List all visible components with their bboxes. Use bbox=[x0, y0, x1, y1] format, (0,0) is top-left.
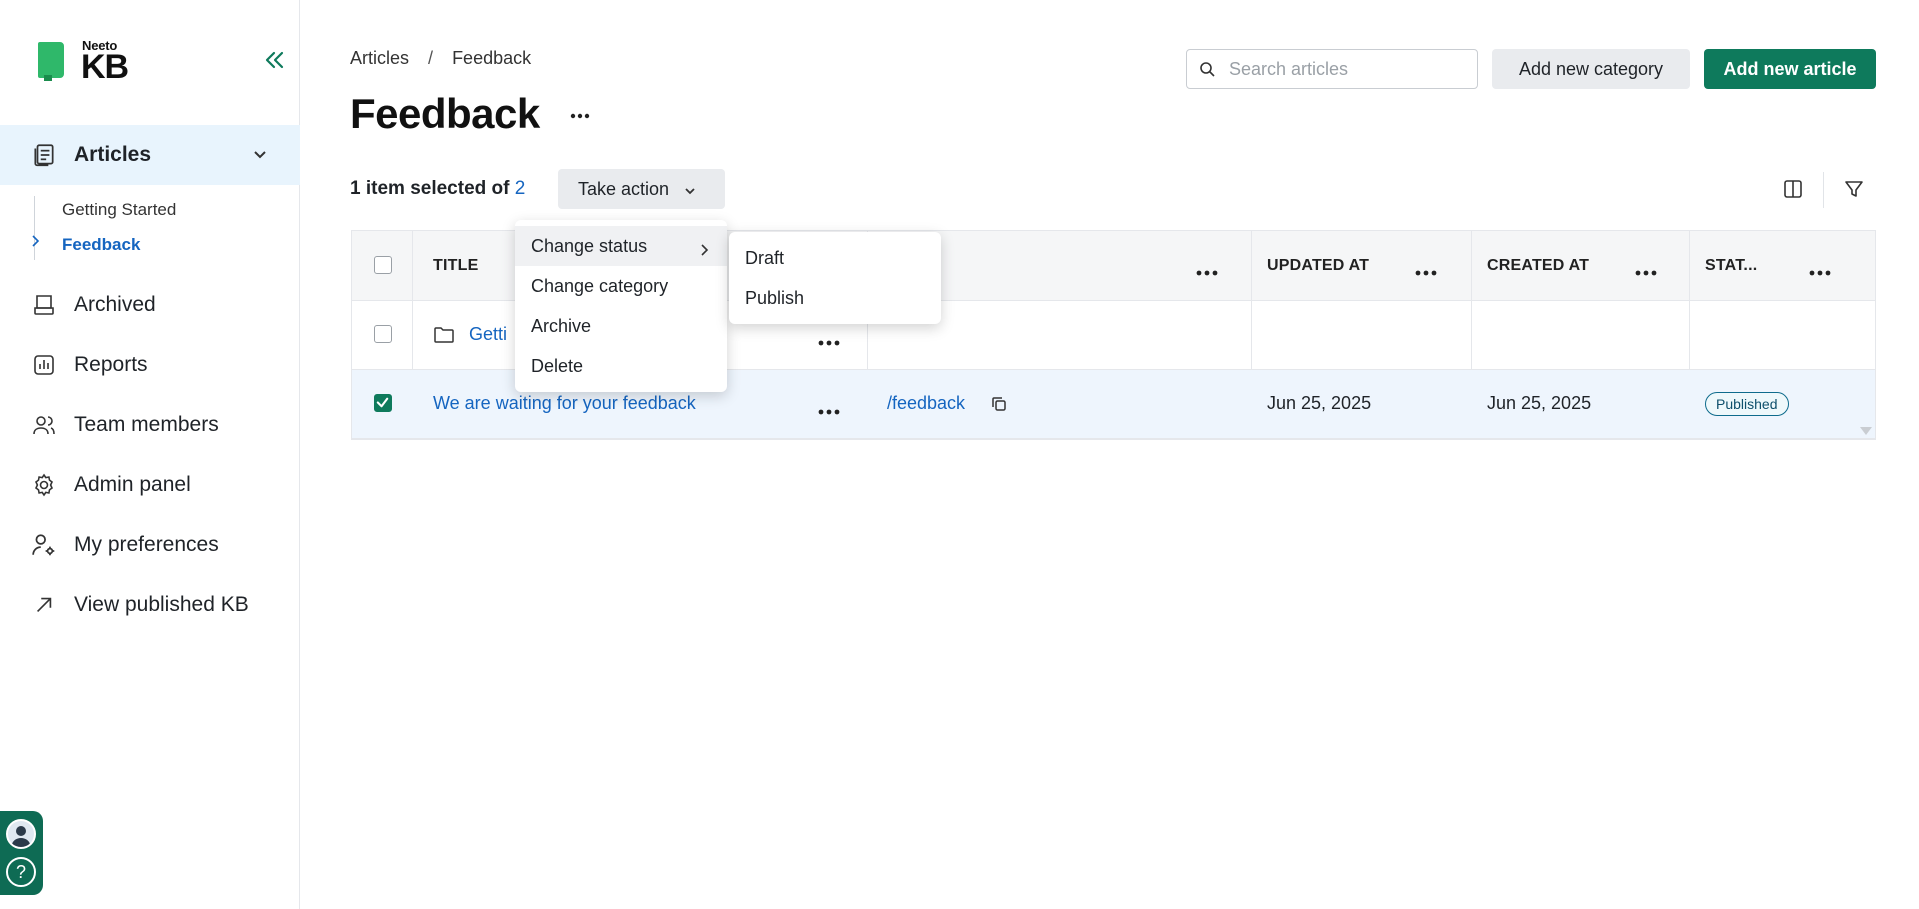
scroll-down-arrow[interactable] bbox=[1860, 427, 1872, 435]
external-link-arrow-icon bbox=[30, 591, 58, 619]
chevron-down-icon[interactable] bbox=[250, 145, 270, 165]
neeto-kb-logo[interactable]: Neeto KB bbox=[38, 38, 138, 88]
copy-icon[interactable] bbox=[990, 395, 1008, 418]
search-icon bbox=[1199, 61, 1215, 77]
archive-box-icon bbox=[30, 291, 58, 319]
collapse-sidebar-icon[interactable] bbox=[262, 48, 286, 72]
search-input[interactable] bbox=[1229, 58, 1459, 80]
chevron-right-icon[interactable] bbox=[30, 234, 42, 247]
column-header-title[interactable]: TITLE bbox=[433, 257, 478, 275]
add-new-category-button[interactable]: Add new category bbox=[1492, 49, 1690, 89]
folder-icon bbox=[433, 325, 455, 350]
take-action-menu: Change status Change category Archive De… bbox=[515, 220, 727, 392]
tree-line bbox=[34, 196, 35, 260]
row-menu-icon[interactable] bbox=[818, 402, 840, 415]
bottom-tools: ? bbox=[0, 811, 43, 895]
row-title-link[interactable]: Getti bbox=[469, 324, 507, 345]
menu-item-label: Change status bbox=[531, 235, 648, 256]
menu-item-change-category[interactable]: Change category bbox=[515, 266, 727, 306]
help-question-icon[interactable]: ? bbox=[6, 857, 36, 887]
column-menu-icon[interactable] bbox=[1635, 263, 1657, 276]
column-header-updated-at[interactable]: UPDATED AT bbox=[1267, 257, 1369, 275]
change-status-submenu: Draft Publish bbox=[729, 232, 941, 324]
sidebar-subitem-feedback[interactable]: Feedback bbox=[62, 235, 140, 255]
menu-item-label: Publish bbox=[745, 287, 805, 308]
sidebar-item-label: Admin panel bbox=[74, 473, 191, 496]
row-menu-icon[interactable] bbox=[818, 333, 840, 346]
sidebar: Neeto KB Articles Getting Started Feedba… bbox=[0, 0, 300, 909]
row-title-link[interactable]: We are waiting for your feedback bbox=[433, 393, 696, 414]
selection-info: 1 item selected of 2 bbox=[350, 178, 525, 200]
column-menu-icon[interactable] bbox=[1809, 263, 1831, 276]
submenu-item-draft[interactable]: Draft bbox=[729, 238, 941, 278]
menu-item-label: Archive bbox=[531, 315, 592, 336]
sidebar-item-label: Articles bbox=[74, 143, 152, 166]
sidebar-item-team-members[interactable]: Team members bbox=[0, 395, 300, 455]
column-header-status[interactable]: STAT... bbox=[1705, 257, 1757, 275]
selection-total: 2 bbox=[514, 178, 526, 199]
filter-funnel-icon[interactable] bbox=[1843, 178, 1865, 200]
logo-big-text: KB bbox=[81, 48, 129, 86]
sidebar-subitem-getting-started[interactable]: Getting Started bbox=[62, 200, 176, 220]
sidebar-item-label: View published KB bbox=[74, 593, 249, 616]
sidebar-item-articles[interactable]: Articles bbox=[0, 125, 300, 185]
breadcrumb-current[interactable]: Feedback bbox=[452, 48, 531, 68]
selection-prefix: 1 item selected of bbox=[350, 178, 510, 199]
columns-toggle-icon[interactable] bbox=[1782, 178, 1804, 200]
reports-chart-icon bbox=[30, 351, 58, 379]
sidebar-item-my-preferences[interactable]: My preferences bbox=[0, 515, 300, 575]
toolbar-divider bbox=[1823, 172, 1824, 208]
sidebar-item-label: Archived bbox=[74, 293, 156, 316]
sidebar-item-reports[interactable]: Reports bbox=[0, 335, 300, 395]
column-menu-icon[interactable] bbox=[1196, 263, 1218, 276]
chevron-right-icon bbox=[699, 240, 709, 256]
gear-icon bbox=[30, 471, 58, 499]
sidebar-item-view-published-kb[interactable]: View published KB bbox=[0, 575, 300, 635]
row-checkbox[interactable] bbox=[374, 325, 392, 343]
page-title: Feedback bbox=[350, 90, 540, 137]
sidebar-item-admin-panel[interactable]: Admin panel bbox=[0, 455, 300, 515]
breadcrumb-separator: / bbox=[428, 48, 434, 68]
category-tree: Getting Started Feedback bbox=[30, 196, 290, 266]
menu-item-archive[interactable]: Archive bbox=[515, 306, 727, 346]
search-box[interactable] bbox=[1186, 49, 1478, 89]
breadcrumb: Articles / Feedback bbox=[350, 48, 531, 69]
book-logo-icon bbox=[38, 42, 64, 81]
user-avatar[interactable] bbox=[6, 819, 36, 849]
row-created-at: Jun 25, 2025 bbox=[1487, 393, 1592, 413]
breadcrumb-articles[interactable]: Articles bbox=[350, 48, 409, 68]
menu-item-delete[interactable]: Delete bbox=[515, 346, 727, 386]
sidebar-item-archived[interactable]: Archived bbox=[0, 275, 300, 335]
take-action-label: Take action bbox=[578, 178, 670, 199]
team-users-icon bbox=[30, 411, 58, 439]
column-header-created-at[interactable]: CREATED AT bbox=[1487, 257, 1589, 275]
user-settings-icon bbox=[30, 531, 58, 559]
sidebar-item-label: My preferences bbox=[74, 533, 219, 556]
sidebar-item-label: Reports bbox=[74, 353, 148, 376]
row-slug-link[interactable]: /feedback bbox=[887, 393, 965, 414]
row-updated-at: Jun 25, 2025 bbox=[1267, 393, 1372, 413]
add-new-article-button[interactable]: Add new article bbox=[1704, 49, 1876, 89]
more-options-icon[interactable] bbox=[568, 104, 592, 128]
column-menu-icon[interactable] bbox=[1415, 263, 1437, 276]
sidebar-item-label: Team members bbox=[74, 413, 219, 436]
menu-item-change-status[interactable]: Change status bbox=[515, 226, 727, 266]
submenu-item-publish[interactable]: Publish bbox=[729, 278, 941, 318]
select-all-checkbox[interactable] bbox=[374, 256, 392, 274]
menu-item-label: Delete bbox=[531, 355, 584, 376]
chevron-down-icon bbox=[683, 182, 697, 196]
take-action-button[interactable]: Take action bbox=[558, 169, 725, 209]
row-checkbox-checked[interactable] bbox=[374, 394, 392, 412]
status-badge: Published bbox=[1705, 392, 1789, 416]
menu-item-label: Change category bbox=[531, 275, 669, 296]
menu-item-label: Draft bbox=[745, 247, 785, 268]
articles-icon bbox=[30, 141, 58, 169]
